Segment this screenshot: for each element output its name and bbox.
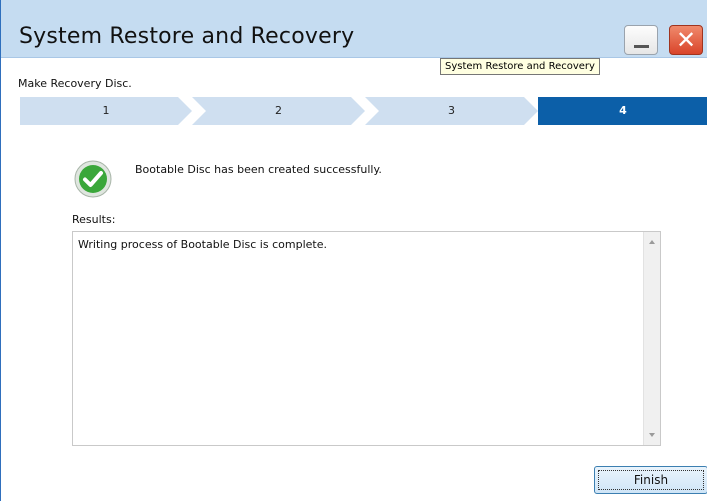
scroll-up-icon[interactable]	[649, 240, 655, 244]
step-2-label: 2	[275, 104, 282, 117]
close-icon: ✕	[675, 26, 697, 54]
status-message: Bootable Disc has been created successfu…	[135, 163, 382, 176]
close-button[interactable]: ✕	[669, 25, 703, 55]
finish-button[interactable]: Finish	[594, 466, 707, 494]
checkmark-success-icon	[74, 160, 112, 198]
minimize-icon	[634, 45, 649, 48]
results-scrollbar[interactable]	[643, 232, 660, 445]
finish-button-label: Finish	[633, 473, 669, 487]
wizard-steps: 1 2 3 4	[20, 97, 707, 125]
step-3: 3	[365, 97, 538, 125]
window-title: System Restore and Recovery	[19, 24, 355, 49]
step-3-label: 3	[448, 104, 455, 117]
results-label: Results:	[72, 213, 116, 226]
tooltip: System Restore and Recovery	[440, 58, 600, 75]
results-textarea[interactable]: Writing process of Bootable Disc is comp…	[72, 231, 661, 446]
step-2: 2	[192, 97, 365, 125]
main-window: System Restore and Recovery ✕ System Res…	[0, 0, 707, 501]
results-text: Writing process of Bootable Disc is comp…	[78, 238, 327, 251]
scroll-down-icon[interactable]	[649, 433, 655, 437]
wizard-subtitle: Make Recovery Disc.	[18, 77, 132, 90]
step-4-active: 4	[538, 97, 707, 125]
step-4-label: 4	[619, 104, 627, 117]
step-1-label: 1	[102, 104, 110, 117]
minimize-button[interactable]	[624, 25, 658, 55]
step-1: 1	[20, 97, 192, 125]
title-bar[interactable]: System Restore and Recovery ✕	[1, 0, 707, 58]
